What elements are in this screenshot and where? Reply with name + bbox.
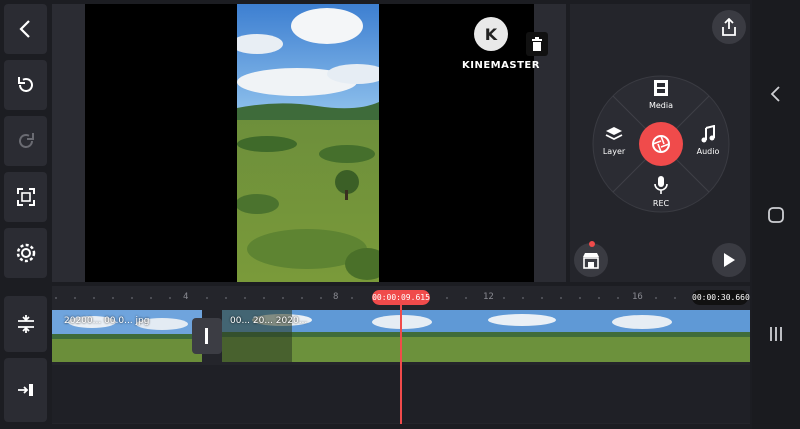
ruler-tick: 16 <box>632 292 643 302</box>
nav-back-button[interactable] <box>766 84 786 104</box>
share-icon <box>722 18 736 36</box>
capture-record-button[interactable] <box>639 122 683 166</box>
trash-icon <box>532 37 542 51</box>
redo-button[interactable] <box>4 116 47 166</box>
notification-dot <box>589 241 595 247</box>
clip-video[interactable]: 00... 20... 2020... <box>222 310 750 362</box>
media-label: Media <box>648 101 674 110</box>
clip-a-label: 20200... 00.0... jpg <box>64 316 150 326</box>
video-frame[interactable] <box>237 4 379 282</box>
nav-home-icon <box>768 207 784 223</box>
total-duration: 00:00:30.660 <box>692 290 750 305</box>
share-button[interactable] <box>712 10 746 44</box>
radial-menu: Media Layer Audio REC <box>592 75 730 213</box>
rec-button[interactable]: REC <box>641 175 681 211</box>
gear-icon <box>16 243 35 263</box>
track-adjust-icon <box>17 315 34 333</box>
rec-label: REC <box>652 199 670 208</box>
delete-watermark-button[interactable] <box>526 32 548 56</box>
playhead-line[interactable] <box>400 300 402 424</box>
audio-button[interactable]: Audio <box>688 124 728 163</box>
undo-button[interactable] <box>4 60 47 110</box>
transition-button[interactable] <box>192 318 222 354</box>
logo-letter: K <box>484 24 498 44</box>
frame-capture-icon <box>16 188 35 206</box>
ruler-tick: 4 <box>183 292 189 302</box>
nav-back-icon <box>770 86 780 102</box>
transition-icon <box>205 328 208 344</box>
settings-button[interactable] <box>4 228 47 278</box>
camera-shutter-icon <box>652 135 670 153</box>
redo-icon <box>18 133 34 148</box>
microphone-icon <box>654 176 668 194</box>
clip-b-label: 00... 20... 2020... <box>230 316 308 326</box>
layers-icon <box>605 127 623 141</box>
nav-home-button[interactable] <box>766 205 786 225</box>
audio-label: Audio <box>696 147 720 156</box>
asset-store-button[interactable] <box>574 241 608 277</box>
media-film-icon <box>654 80 668 96</box>
back-button[interactable] <box>4 4 47 54</box>
clip-image[interactable]: 20200... 00.0... jpg <box>52 310 202 362</box>
nav-recents-icon <box>770 327 782 341</box>
play-icon <box>724 253 735 267</box>
jump-to-start-button[interactable] <box>4 358 47 422</box>
layer-button[interactable]: Layer <box>594 125 634 163</box>
jump-to-icon <box>17 384 33 396</box>
ruler-tick: 12 <box>483 292 494 302</box>
playhead-time: 00:00:09.615 <box>372 290 430 305</box>
watermark-text: KINEMASTER <box>462 60 540 71</box>
capture-button[interactable] <box>4 172 47 222</box>
landscape-image <box>237 4 379 282</box>
chevron-left-icon <box>18 20 30 38</box>
kinemaster-logo: K <box>474 17 508 51</box>
nav-recents-button[interactable] <box>766 324 786 344</box>
layer-label: Layer <box>602 147 626 156</box>
ruler-tick: 8 <box>333 292 339 302</box>
undo-icon <box>17 77 33 92</box>
play-button[interactable] <box>712 243 746 277</box>
track-height-button[interactable] <box>4 296 47 352</box>
music-note-icon <box>701 124 715 143</box>
store-icon <box>583 253 599 269</box>
media-button[interactable]: Media <box>641 77 681 113</box>
